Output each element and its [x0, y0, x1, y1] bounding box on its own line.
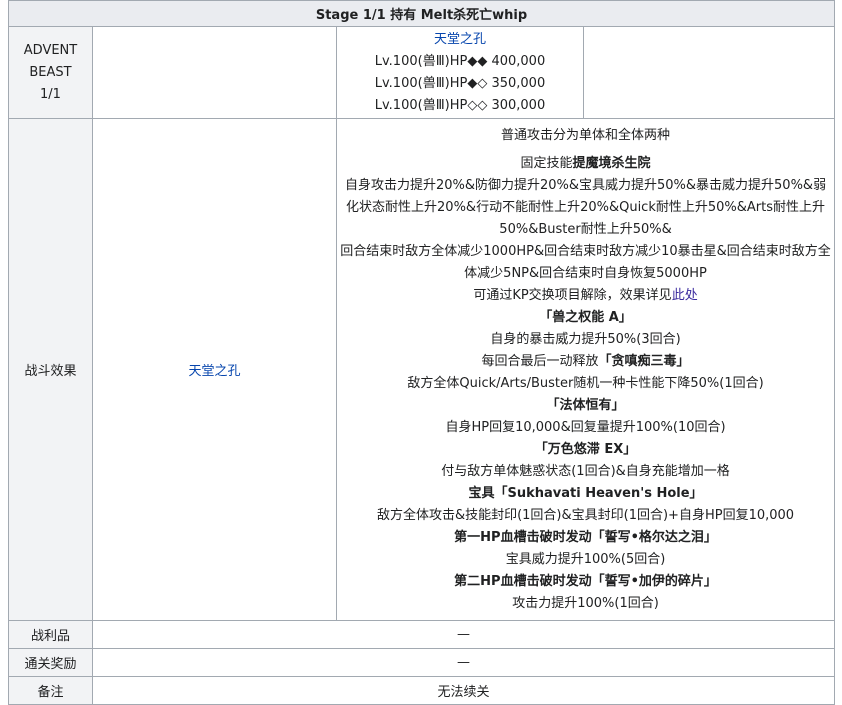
- reward-value: —: [91, 648, 836, 677]
- class-label-line: 1/1: [40, 86, 61, 102]
- effect-line: 敌方全体攻击&技能封印(1回合)&宝具封印(1回合)+自身HP回复10,000: [376, 507, 795, 523]
- effect-line: 攻击力提升100%(1回合): [512, 595, 659, 611]
- effect-line: 每回合最后一动释放「贪嗔痴三毒」: [339, 351, 832, 373]
- enemy-portrait-cell: [92, 26, 337, 119]
- effect-line: 回合结束时敌方全体减少1000HP&回合结束时敌方减少10暴击星&回合结束时敌方…: [340, 243, 831, 281]
- effect-line: 自身攻击力提升20%&防御力提升20%&宝具威力提升50%&暴击威力提升50%&…: [344, 177, 827, 237]
- notes-value: 无法续关: [91, 676, 836, 705]
- stage-info-table: Stage 1/1 持有 Melt杀死亡whip ADVENT BEAST 1/…: [7, 0, 836, 705]
- battle-effects-label: 战斗效果: [8, 118, 93, 621]
- enemy-info-cell: 天堂之孔 Lv.100(兽Ⅲ)HP◆◆ 400,000 Lv.100(兽Ⅲ)HP…: [336, 26, 584, 119]
- skill-name: 「法体恒有」: [546, 397, 625, 413]
- effect-line: 普通攻击分为单体和全体两种: [501, 127, 671, 143]
- effect-text: 可通过KP交换项目解除，效果详见: [473, 287, 672, 303]
- details-link[interactable]: 此处: [672, 288, 698, 303]
- battle-effects-cell: 普通攻击分为单体和全体两种 固定技能提魔境杀生院 自身攻击力提升20%&防御力提升2…: [335, 118, 836, 621]
- effect-line: 宝具威力提升100%(5回合): [505, 551, 666, 567]
- skill-name: 第一HP血槽击破时发动「誓写•格尔达之泪」: [454, 529, 717, 545]
- battle-subject-cell: 天堂之孔: [92, 118, 337, 621]
- reward-label: 通关奖励: [8, 648, 93, 677]
- effect-line: 可通过KP交换项目解除，效果详见此处: [339, 285, 832, 307]
- skill-name: 提魔境杀生院: [572, 155, 651, 171]
- class-label-line: BEAST: [29, 64, 72, 80]
- effect-line: 自身的暴击威力提升50%(3回合): [490, 331, 681, 347]
- hp-line: Lv.100(兽Ⅲ)HP◇◇ 300,000: [374, 97, 546, 113]
- skill-name: 「万色悠滞 EX」: [534, 441, 637, 457]
- drops-label: 战利品: [8, 620, 93, 649]
- enemy-name-link[interactable]: 天堂之孔: [434, 32, 486, 47]
- table-caption: Stage 1/1 持有 Melt杀死亡whip: [7, 0, 836, 27]
- hp-line: Lv.100(兽Ⅲ)HP◆◇ 350,000: [374, 75, 546, 91]
- effect-line: 付与敌方单体魅惑状态(1回合)&自身充能增加一格: [441, 463, 730, 479]
- skill-name: 宝具「Sukhavati Heaven's Hole」: [468, 485, 703, 501]
- effect-text: 每回合最后一动释放: [481, 353, 599, 369]
- effect-text: 固定技能: [520, 155, 573, 171]
- effect-line: 固定技能提魔境杀生院: [339, 153, 832, 175]
- enemy-extra-cell: [582, 26, 836, 119]
- drops-value: —: [91, 620, 836, 649]
- skill-name: 「贪嗔痴三毒」: [598, 353, 690, 369]
- skill-name: 「兽之权能 A」: [539, 309, 632, 325]
- effect-line: 自身HP回复10,000&回复量提升100%(10回合): [445, 419, 726, 435]
- skill-name: 第二HP血槽击破时发动「誓写•加伊的碎片」: [454, 573, 717, 589]
- battle-subject-link[interactable]: 天堂之孔: [188, 364, 240, 379]
- effect-line: 敌方全体Quick/Arts/Buster随机一种卡性能下降50%(1回合): [407, 375, 764, 391]
- hp-line: Lv.100(兽Ⅲ)HP◆◆ 400,000: [374, 53, 546, 69]
- class-label-line: ADVENT: [23, 42, 78, 58]
- notes-label: 备注: [8, 676, 93, 705]
- enemy-class-label: ADVENT BEAST 1/1: [8, 26, 93, 119]
